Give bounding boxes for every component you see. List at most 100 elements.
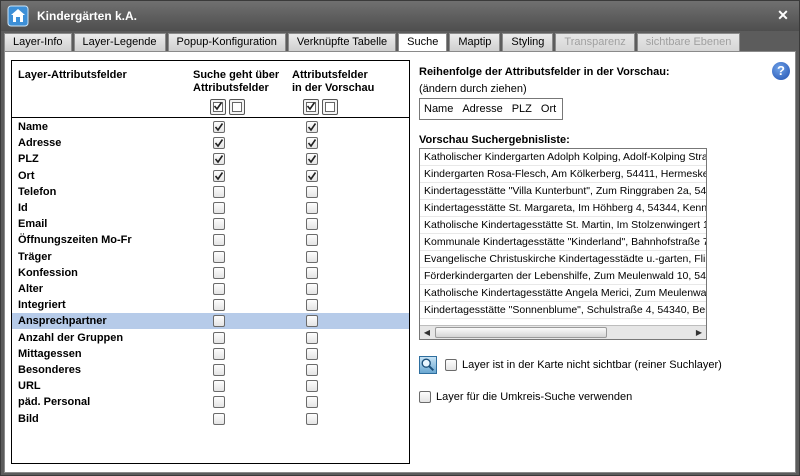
preview-result-row[interactable]: Kindergarten Rosa-Flesch, Am Kölkerberg,… [420, 166, 706, 183]
search-field-checkbox[interactable] [213, 283, 225, 295]
scrollbar-thumb[interactable] [435, 327, 607, 338]
field-name-label: Ort [18, 169, 35, 182]
preview-field-checkbox[interactable] [306, 137, 318, 150]
field-row[interactable]: Mittagessen [12, 346, 409, 362]
search-field-checkbox[interactable] [213, 250, 225, 263]
title-bar[interactable]: Kindergärten k.A. ✕ [1, 1, 799, 31]
field-row[interactable]: Telefon [12, 184, 409, 200]
order-item[interactable]: PLZ [512, 103, 532, 115]
preview-field-checkbox[interactable] [306, 331, 318, 344]
search-field-checkbox[interactable] [213, 299, 225, 312]
radius-search-checkbox[interactable] [419, 391, 431, 403]
search-field-checkbox[interactable] [213, 347, 225, 360]
tab-suche[interactable]: Suche [398, 33, 448, 52]
preview-result-row[interactable]: Kommunale Kindertagesstätte "Kinderland"… [420, 234, 706, 251]
search-select-none-checkbox[interactable] [229, 99, 245, 115]
preview-result-row[interactable]: Evangelische Christuskirche Kindertagess… [420, 251, 706, 268]
preview-field-checkbox[interactable] [306, 234, 318, 247]
tab-styling[interactable]: Styling [502, 33, 554, 51]
tab-popup-konfiguration[interactable]: Popup-Konfiguration [167, 33, 286, 51]
preview-result-row[interactable]: Kindertagesstätte "Villa Kunterbunt", Zu… [420, 183, 706, 200]
field-order-list[interactable]: Name Adresse PLZ Ort [419, 98, 564, 120]
search-field-checkbox[interactable] [213, 396, 225, 409]
preview-select-none-checkbox[interactable] [322, 99, 338, 115]
field-row[interactable]: Bild [12, 411, 409, 427]
preview-field-checkbox[interactable] [306, 250, 318, 263]
search-field-checkbox[interactable] [213, 315, 225, 328]
search-field-checkbox[interactable] [213, 380, 225, 393]
search-field-checkbox[interactable] [213, 137, 225, 150]
search-result-preview-list[interactable]: Katholischer Kindergarten Adolph Kolping… [419, 148, 707, 340]
scroll-left-icon[interactable]: ◀ [420, 326, 434, 339]
search-field-checkbox[interactable] [213, 121, 225, 133]
tab-sichtbare-ebenen[interactable]: sichtbare Ebenen [636, 33, 741, 51]
search-field-checkbox[interactable] [213, 169, 225, 182]
preview-horizontal-scrollbar[interactable]: ◀ ▶ [420, 325, 706, 339]
search-field-checkbox[interactable] [213, 153, 225, 166]
preview-field-checkbox[interactable] [306, 185, 318, 198]
search-select-all-checkbox[interactable] [210, 99, 226, 115]
preview-result-row[interactable]: Katholische Kindertagesstätte St. Martin… [420, 217, 706, 234]
field-row[interactable]: Konfession [12, 265, 409, 281]
preview-field-checkbox[interactable] [306, 364, 318, 376]
tab-layer-info[interactable]: Layer-Info [4, 33, 72, 51]
search-field-checkbox[interactable] [213, 234, 225, 247]
field-row[interactable]: Anzahl der Gruppen [12, 330, 409, 346]
preview-result-row[interactable]: Katholische Kindertagesstätte Angela Mer… [420, 285, 706, 302]
field-row[interactable]: Adresse [12, 135, 409, 151]
preview-result-row[interactable]: Katholischer Kindergarten Adolph Kolping… [420, 149, 706, 166]
field-row[interactable]: Integriert [12, 297, 409, 313]
tab-layer-legende[interactable]: Layer-Legende [73, 33, 166, 51]
preview-field-checkbox[interactable] [306, 412, 318, 425]
field-row[interactable]: päd. Personal [12, 394, 409, 410]
search-field-checkbox[interactable] [213, 266, 225, 279]
order-item[interactable]: Adresse [462, 103, 502, 115]
field-row[interactable]: Id [12, 200, 409, 216]
field-name-label: Besonderes [18, 364, 81, 376]
order-item[interactable]: Ort [541, 103, 556, 115]
field-row[interactable]: Öffnungszeiten Mo-Fr [12, 232, 409, 248]
search-field-checkbox[interactable] [213, 185, 225, 198]
search-field-checkbox[interactable] [213, 202, 225, 214]
preview-field-checkbox[interactable] [306, 380, 318, 393]
preview-field-checkbox[interactable] [306, 169, 318, 182]
field-name-label: päd. Personal [18, 396, 91, 409]
order-item[interactable]: Name [424, 103, 453, 115]
field-row[interactable]: Email [12, 216, 409, 232]
search-field-checkbox[interactable] [213, 412, 225, 425]
preview-field-checkbox[interactable] [306, 347, 318, 360]
preview-field-checkbox[interactable] [306, 315, 318, 328]
field-row[interactable]: Besonderes [12, 362, 409, 378]
preview-field-checkbox[interactable] [306, 283, 318, 295]
field-row[interactable]: Ansprechpartner [12, 313, 409, 330]
field-row[interactable]: URL [12, 378, 409, 394]
search-field-checkbox[interactable] [213, 218, 225, 231]
help-icon[interactable]: ? [772, 62, 790, 80]
preview-field-checkbox[interactable] [306, 218, 318, 231]
preview-select-all-checkbox[interactable] [303, 99, 319, 115]
preview-field-checkbox[interactable] [306, 396, 318, 409]
field-row[interactable]: Träger [12, 249, 409, 265]
tab-transparenz[interactable]: Transparenz [555, 33, 635, 51]
field-row[interactable]: Alter [12, 281, 409, 297]
preview-result-row[interactable]: Kindertagesstätte "Sonnenblume", Schulst… [420, 302, 706, 319]
preview-field-checkbox[interactable] [306, 153, 318, 166]
scroll-right-icon[interactable]: ▶ [692, 326, 706, 339]
attribute-field-list[interactable]: Name Adresse PLZ Ort Telefon Id Email Öffnungsz… [12, 117, 409, 463]
tab-maptip[interactable]: Maptip [449, 33, 501, 51]
preview-result-row[interactable]: Förderkindergarten der Lebenshilfe, Zum … [420, 268, 706, 285]
preview-field-checkbox[interactable] [306, 266, 318, 279]
search-only-layer-checkbox[interactable] [445, 359, 457, 371]
preview-result-row[interactable]: Kindertagesstätte St. Margareta, Im Höhb… [420, 200, 706, 217]
preview-field-checkbox[interactable] [306, 299, 318, 312]
field-row[interactable]: PLZ [12, 151, 409, 167]
field-row[interactable]: Ort [12, 168, 409, 184]
preview-field-checkbox[interactable] [306, 121, 318, 133]
field-name-label: Integriert [18, 299, 66, 312]
field-row[interactable]: Name [12, 119, 409, 135]
search-field-checkbox[interactable] [213, 331, 225, 344]
preview-field-checkbox[interactable] [306, 202, 318, 214]
tab-verknüpfte-tabelle[interactable]: Verknüpfte Tabelle [287, 33, 397, 51]
search-field-checkbox[interactable] [213, 364, 225, 376]
close-icon[interactable]: ✕ [775, 7, 791, 23]
